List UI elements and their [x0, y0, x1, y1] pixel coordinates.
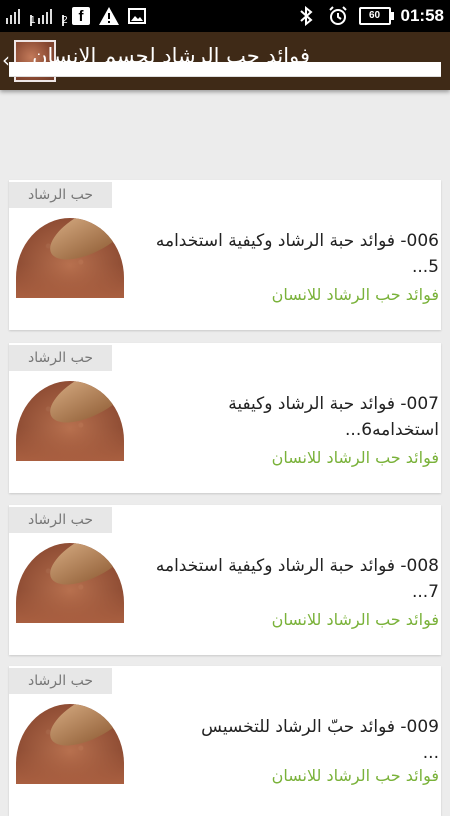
warning-icon: [98, 5, 120, 27]
item-subtitle: فوائد حب الرشاد للانسان: [271, 285, 439, 304]
item-title-line1: 007- فوائد حبة الرشاد وكيفية: [228, 394, 439, 414]
thumbnail-image: [16, 704, 124, 784]
thumbnail-image: [16, 218, 124, 298]
battery-icon: 60: [358, 7, 394, 25]
category-tag: حب الرشاد: [9, 668, 112, 694]
item-title-line1: 006- فوائد حبة الرشاد وكيفية استخدامه: [155, 231, 439, 251]
category-tag: حب الرشاد: [9, 345, 112, 371]
item-title: 008- فوائد حبة الرشاد وكيفية استخدامه 7.…: [137, 553, 439, 605]
battery-level: 60: [368, 10, 381, 21]
app-bar: ‹ فوائد حب الرشاد لجسم الانسان: [0, 32, 450, 90]
thumbnail-image: [16, 543, 124, 623]
status-right: 60 01:58: [295, 4, 444, 28]
category-tag: حب الرشاد: [9, 507, 112, 533]
item-subtitle: فوائد حب الرشاد للانسان: [271, 766, 439, 785]
item-title: 007- فوائد حبة الرشاد وكيفية استخدامه6..…: [137, 391, 439, 443]
item-title-line1: 008- فوائد حبة الرشاد وكيفية استخدامه: [155, 556, 439, 576]
item-title: 009- فوائد حبّ الرشاد للتخسيس ...: [137, 714, 439, 766]
signal-icon: 1: [6, 6, 36, 26]
clock: 01:58: [400, 6, 444, 25]
item-title-line2: 5...: [411, 257, 439, 277]
alarm-icon: [327, 5, 349, 27]
item-title: 006- فوائد حبة الرشاد وكيفية استخدامه 5.…: [137, 228, 439, 280]
item-title-line2: استخدامه6...: [345, 420, 439, 440]
item-title-line2: ...: [422, 743, 439, 763]
item-title-line1: 009- فوائد حبّ الرشاد للتخسيس: [201, 717, 439, 737]
sim2-label: 2: [62, 15, 68, 26]
partial-card: [9, 62, 441, 77]
thumbnail-image: [16, 381, 124, 461]
list-item[interactable]: حب الرشاد 008- فوائد حبة الرشاد وكيفية ا…: [9, 505, 441, 655]
list-item[interactable]: حب الرشاد 009- فوائد حبّ الرشاد للتخسيس …: [9, 666, 441, 816]
sim1-label: 1: [30, 15, 36, 26]
item-subtitle: فوائد حب الرشاد للانسان: [271, 448, 439, 467]
item-title-line2: 7...: [411, 582, 439, 602]
status-left: 1 2 f: [6, 4, 148, 28]
list-item[interactable]: حب الرشاد 006- فوائد حبة الرشاد وكيفية ا…: [9, 180, 441, 330]
signal-icon: 2: [38, 6, 68, 26]
item-subtitle: فوائد حب الرشاد للانسان: [271, 610, 439, 629]
status-bar: 1 2 f 60 01:58: [0, 0, 450, 32]
facebook-icon: f: [70, 5, 92, 27]
bluetooth-icon: [295, 5, 317, 27]
image-icon: [126, 5, 148, 27]
list-item[interactable]: حب الرشاد 007- فوائد حبة الرشاد وكيفية ا…: [9, 343, 441, 493]
category-tag: حب الرشاد: [9, 182, 112, 208]
